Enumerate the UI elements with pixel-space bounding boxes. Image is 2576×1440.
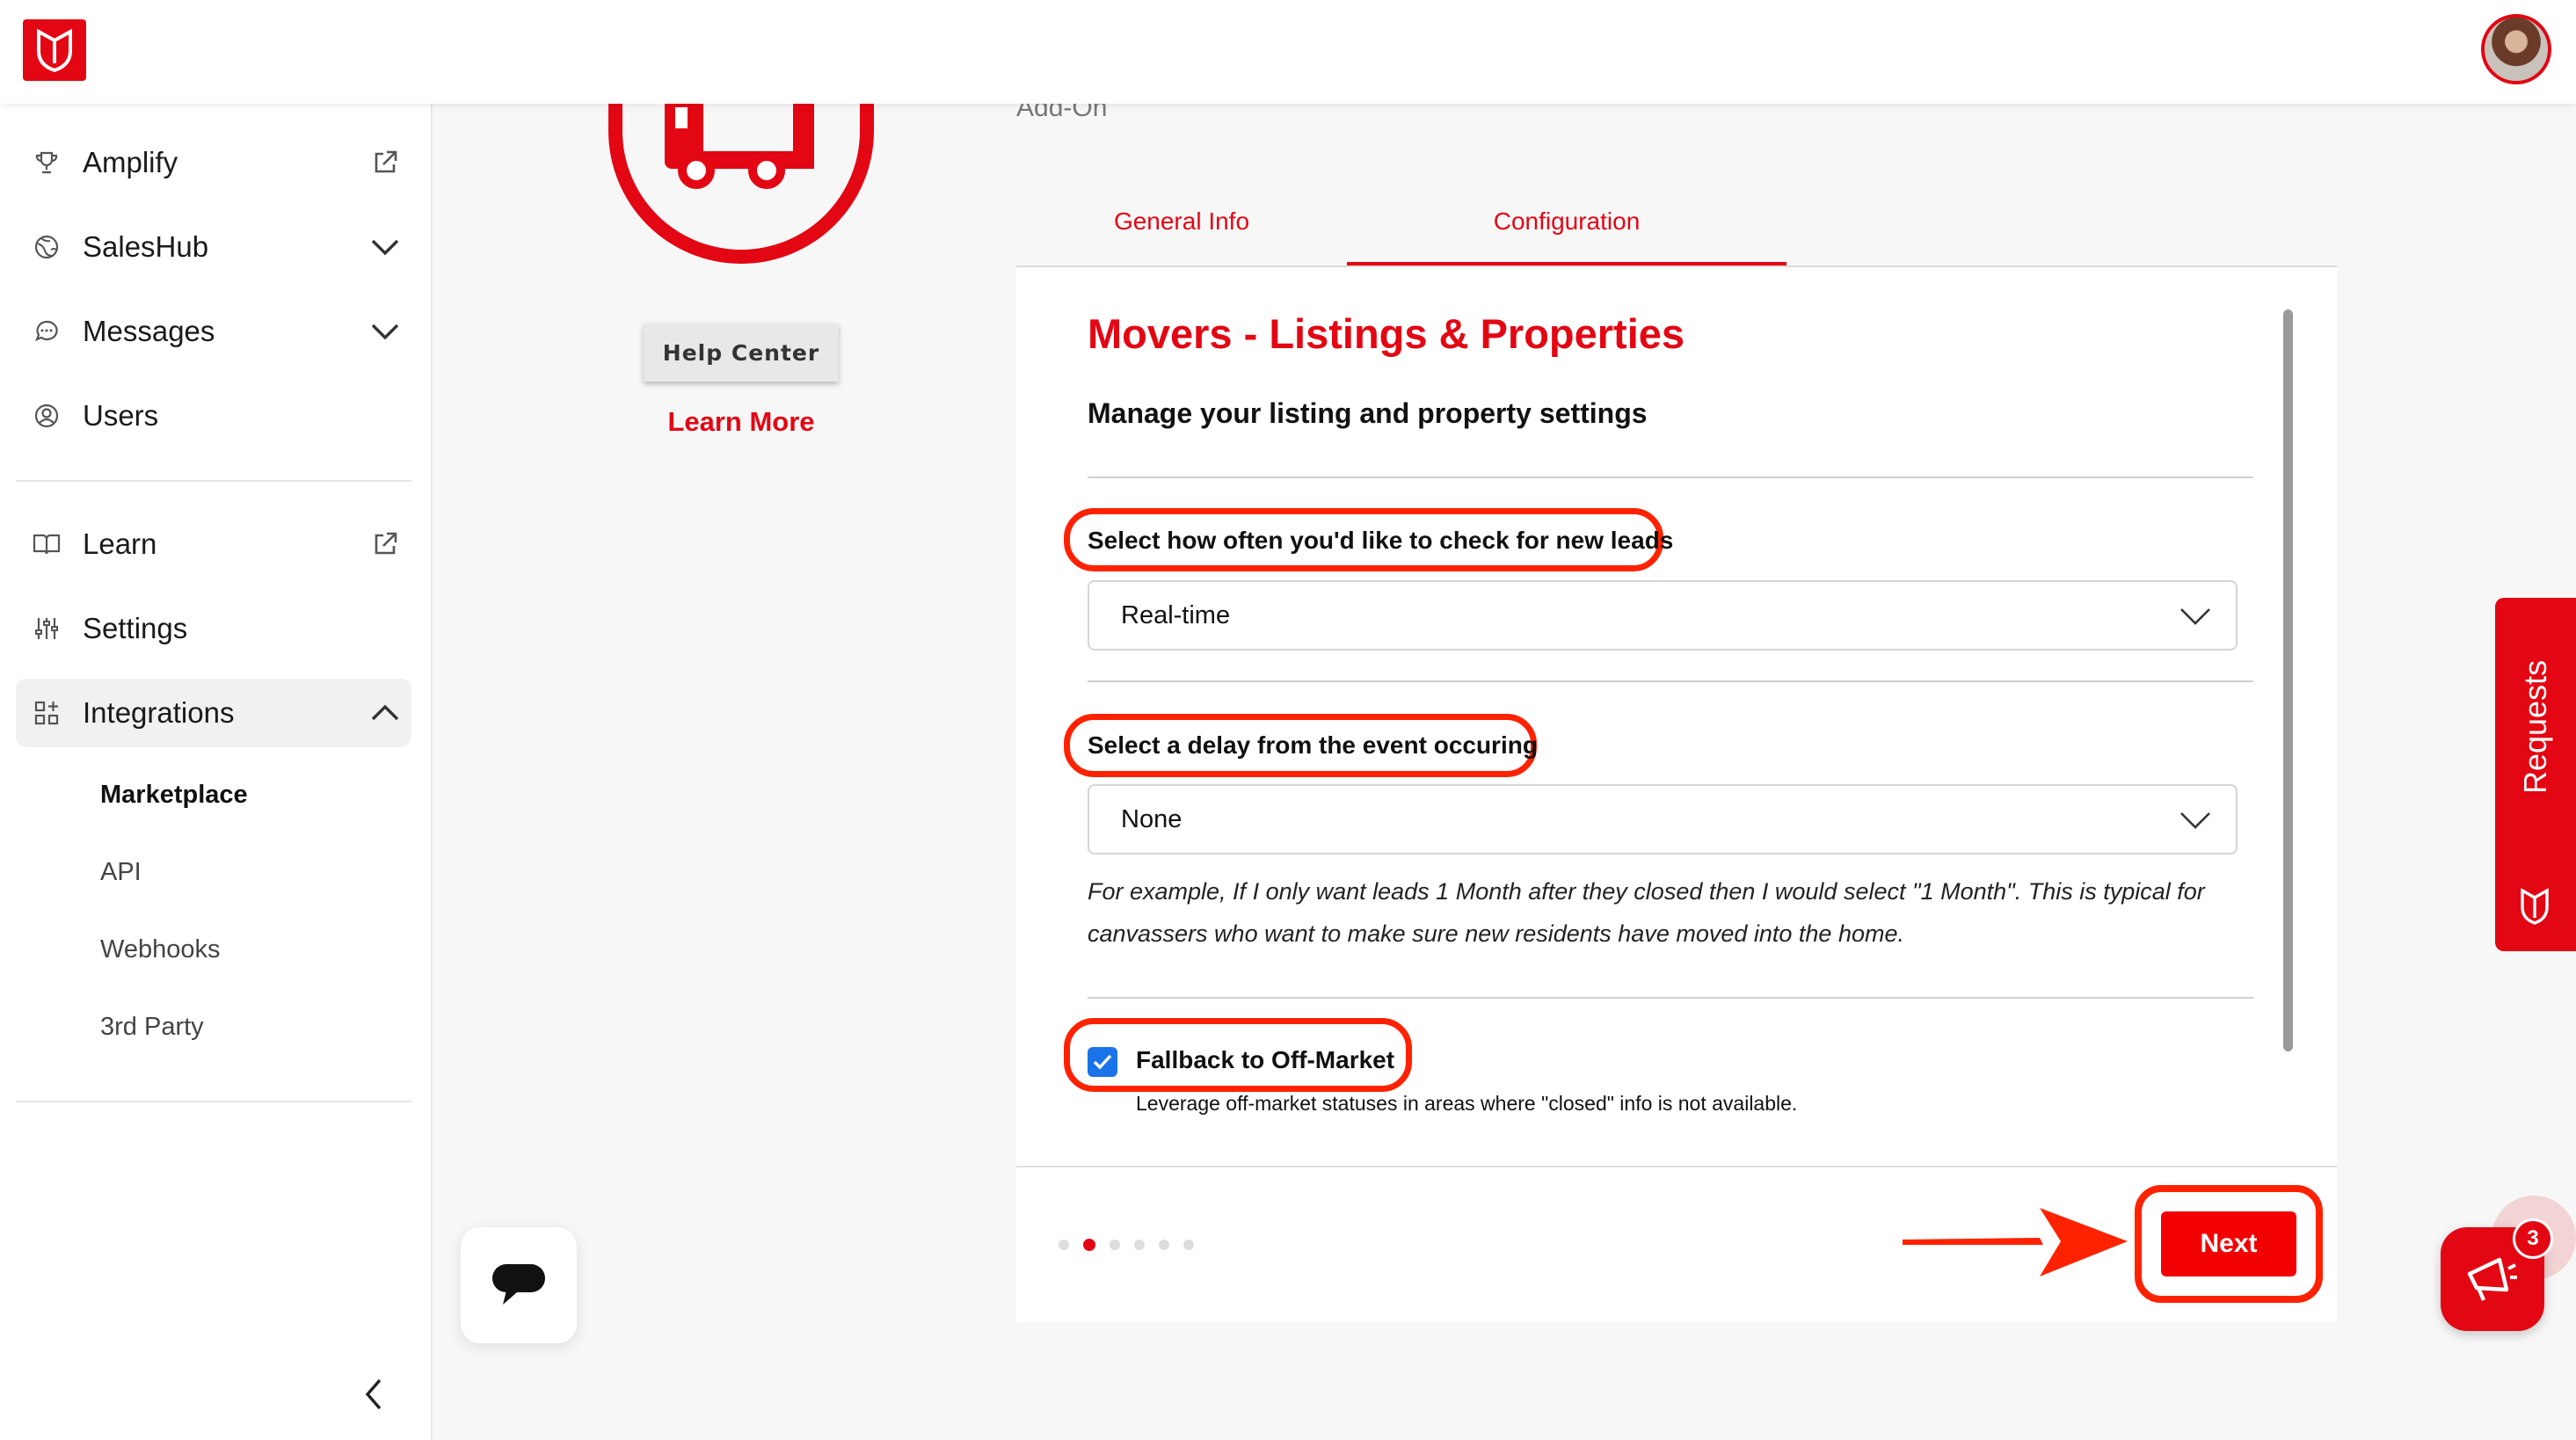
delay-help-text: For example, If I only want leads 1 Mont… [1088,878,2205,947]
step-dot[interactable] [1159,1240,1169,1250]
sidebar-item-label: Users [83,399,159,432]
requests-label: Requests [2517,659,2553,794]
fallback-off-market-description: Leverage off-market statuses in areas wh… [1136,1092,1798,1115]
sidebar-item-integrations[interactable]: Integrations [16,679,411,747]
panel-title: Movers - Listings & Properties [1088,310,1685,357]
sidebar-item-amplify[interactable]: Amplify [16,128,411,197]
chat-bubble-icon [16,318,77,345]
sidebar-item-label: Settings [83,612,188,644]
book-icon [16,532,77,556]
fallback-off-market-checkbox[interactable] [1088,1047,1117,1077]
sidebar-divider [16,1101,411,1102]
section-divider [1088,997,2253,999]
tab-configuration[interactable]: Configuration [1347,207,1786,265]
megaphone-icon [2467,1257,2517,1301]
chevron-down-icon[interactable] [359,238,411,256]
next-button[interactable]: Next [2161,1211,2296,1276]
shield-logo-icon [37,28,72,72]
sidebar-item-label: Amplify [83,146,178,178]
panel-footer-divider [1016,1166,2337,1167]
annotation-arrow-icon [1899,1203,2131,1286]
sidebar-item-saleshub[interactable]: SalesHub [16,213,411,281]
collapse-sidebar-icon[interactable] [360,1377,387,1416]
chevron-up-icon[interactable] [359,704,411,722]
event-delay-select[interactable]: None [1088,784,2238,855]
chat-widget-button[interactable] [461,1227,577,1343]
lead-frequency-label: Select how often you'd like to check for… [1088,527,1674,554]
sidebar-subitem-webhooks[interactable]: Webhooks [100,935,221,964]
top-bar [0,0,2576,104]
step-dot[interactable] [1110,1240,1120,1250]
chevron-down-icon[interactable] [359,323,411,340]
sidebar-item-label: Messages [83,315,215,347]
chevron-down-icon [2180,608,2210,625]
sidebar-subitem-marketplace[interactable]: Marketplace [100,781,248,810]
panel-subtitle: Manage your listing and property setting… [1088,397,1648,429]
lead-frequency-value: Real-time [1121,600,1231,629]
sidebar-item-learn[interactable]: Learn [16,510,411,578]
sidebar-item-users[interactable]: Users [16,382,411,450]
external-link-icon[interactable] [359,149,411,177]
sidebar-item-label: Integrations [83,696,235,729]
tab-general-info[interactable]: General Info [1016,207,1347,265]
section-divider [1088,680,2253,682]
step-dot[interactable] [1183,1240,1194,1250]
sidebar-item-messages[interactable]: Messages [16,297,411,366]
sidebar-item-label: Learn [83,527,157,560]
user-circle-icon [16,403,77,429]
panel-scrollbar[interactable] [2283,309,2293,1051]
step-dot[interactable] [1083,1239,1095,1251]
sidebar-subitem-api[interactable]: API [100,858,142,887]
sidebar-item-settings[interactable]: Settings [16,594,411,663]
truck-icon [661,95,819,196]
learn-more-link[interactable]: Learn More [615,406,867,438]
step-dot[interactable] [1134,1240,1145,1250]
external-link-icon[interactable] [359,530,411,558]
user-avatar[interactable] [2481,14,2551,84]
sidebar-item-label: SalesHub [83,230,209,263]
sliders-icon [16,615,77,642]
grid-plus-icon [16,700,77,726]
chevron-down-icon [2180,812,2210,829]
chat-icon [492,1264,545,1305]
globe-icon [16,234,77,260]
event-delay-label: Select a delay from the event occuring [1088,731,1538,759]
fallback-off-market-label: Fallback to Off-Market [1136,1046,1395,1073]
sidebar-divider [16,480,411,482]
notification-count-badge: 3 [2513,1218,2553,1259]
lead-frequency-select[interactable]: Real-time [1088,580,2238,651]
event-delay-value: None [1121,804,1182,833]
step-indicator [1059,1239,1194,1251]
help-center-button[interactable]: Help Center [644,324,839,382]
step-dot[interactable] [1059,1240,1069,1250]
shield-logo-icon [2520,888,2550,929]
sidebar-subitem-3rd-party[interactable]: 3rd Party [100,1013,204,1042]
section-divider [1088,476,2253,478]
checkmark-icon [1093,1054,1112,1070]
brand-logo[interactable] [23,19,86,81]
trophy-icon [16,149,77,176]
